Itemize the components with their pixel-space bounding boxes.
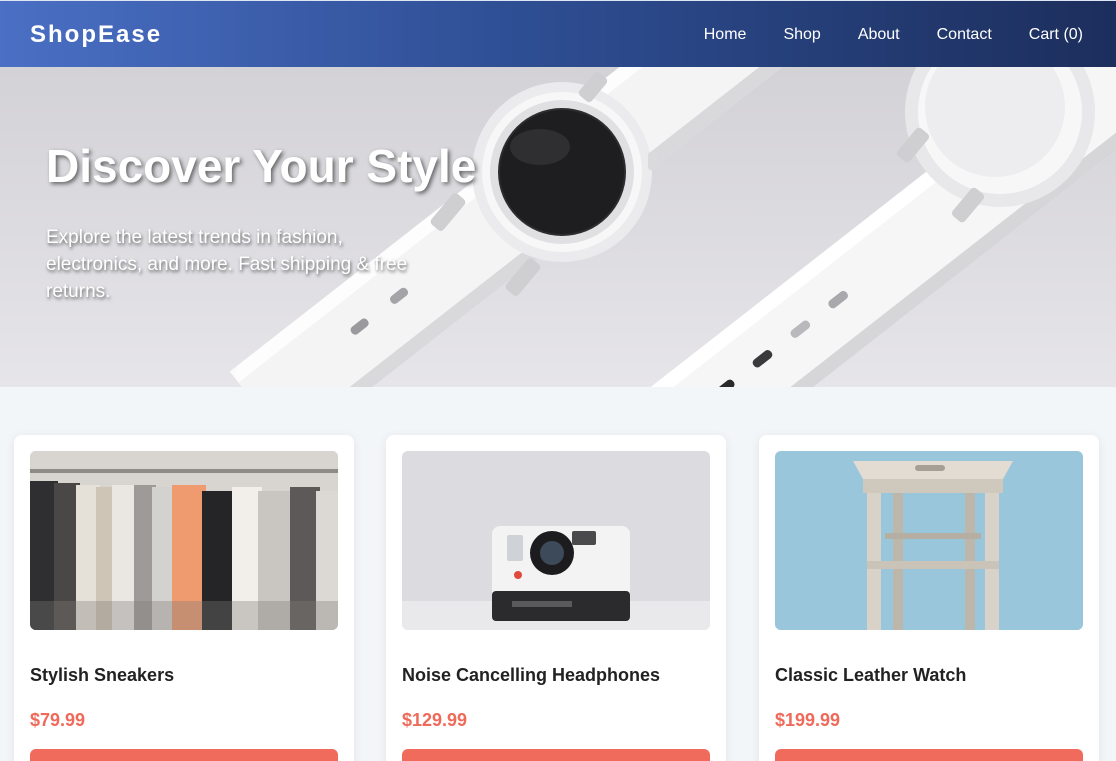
clothing-rack-image[interactable]: [30, 451, 338, 630]
wooden-stool-image[interactable]: [775, 451, 1083, 630]
product-name[interactable]: Classic Leather Watch: [775, 665, 966, 686]
nav-links: Home Shop About Contact Cart (0): [704, 1, 1116, 68]
product-price: $199.99: [775, 710, 841, 730]
nav-contact-link[interactable]: Contact: [937, 26, 992, 44]
product-price: $79.99: [30, 710, 86, 730]
add-to-cart-button[interactable]: [775, 749, 1083, 761]
product-card[interactable]: Stylish Sneakers $79.99: [14, 435, 354, 761]
hero-title: Discover Your Style: [46, 140, 477, 192]
add-to-cart-button[interactable]: [402, 749, 710, 761]
brand-logo[interactable]: ShopEase: [30, 21, 162, 49]
nav-home-link[interactable]: Home: [704, 26, 747, 44]
product-price: $129.99: [402, 710, 468, 730]
add-to-cart-button[interactable]: [30, 749, 338, 761]
product-card[interactable]: Classic Leather Watch $199.99: [759, 435, 1099, 761]
product-name[interactable]: Noise Cancelling Headphones: [402, 665, 660, 686]
product-card[interactable]: Noise Cancelling Headphones $129.99: [386, 435, 726, 761]
product-name[interactable]: Stylish Sneakers: [30, 665, 174, 686]
top-navbar: ShopEase Home Shop About Contact Cart (0…: [0, 0, 1116, 67]
nav-shop-link[interactable]: Shop: [783, 26, 820, 44]
nav-about-link[interactable]: About: [858, 26, 900, 44]
nav-cart-link[interactable]: Cart (0): [1029, 26, 1083, 44]
hero-banner: Discover Your Style Explore the latest t…: [0, 67, 1116, 387]
instant-camera-image[interactable]: [402, 451, 710, 630]
hero-subtitle: Explore the latest trends in fashion, el…: [46, 227, 408, 302]
